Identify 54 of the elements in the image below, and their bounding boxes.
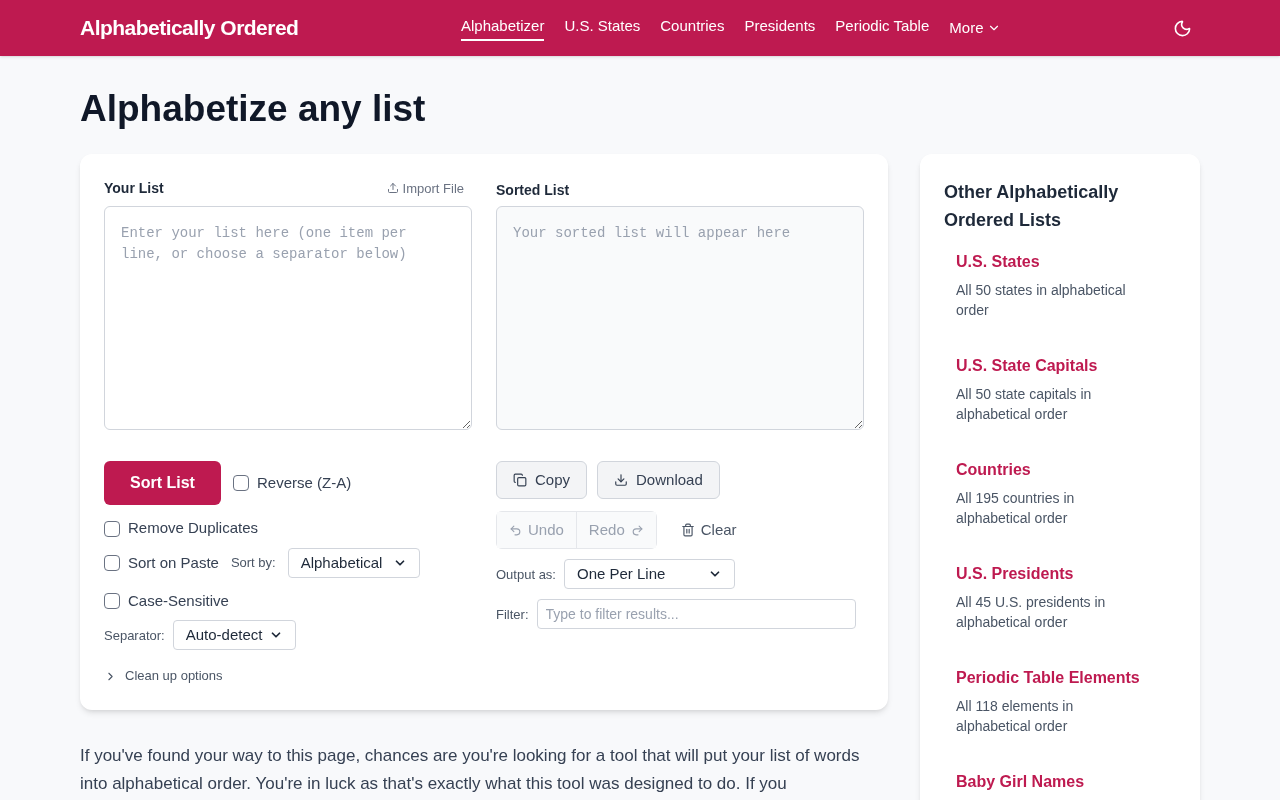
site-logo[interactable]: Alphabetically Ordered — [80, 12, 461, 44]
checkbox-label: Reverse (Z-A) — [257, 473, 352, 493]
checkbox[interactable] — [104, 593, 120, 609]
link-description: All 50 states in alphabetical order — [956, 281, 1127, 321]
upload-icon — [386, 182, 399, 195]
trash-icon — [680, 523, 695, 538]
page-title: Alphabetize any list — [80, 87, 427, 131]
list-link[interactable]: Periodic Table Elements — [956, 666, 1164, 691]
field-label: Filter: — [496, 605, 529, 624]
select-field[interactable]: One Per Line — [564, 559, 735, 590]
import-file-link[interactable]: Import File — [386, 178, 464, 198]
link-description: All 45 U.S. presidents in alphabetical order — [956, 593, 1107, 633]
field-label: Separator: — [104, 626, 165, 645]
field-label: Output as: — [496, 565, 556, 584]
checkbox[interactable] — [104, 520, 120, 537]
field-label: Sort by: — [230, 554, 276, 572]
nav-link[interactable]: U.S. States — [564, 14, 641, 42]
copy-button[interactable]: Copy — [496, 461, 588, 500]
copy-icon — [513, 473, 527, 488]
link-description: All 195 countries in alphabetical order — [956, 489, 1076, 529]
nav-link[interactable]: Periodic Table — [835, 14, 930, 42]
cleanup-toggle[interactable]: Clean up options — [104, 666, 472, 686]
nav-link[interactable]: Countries — [660, 14, 725, 42]
clear-button[interactable]: Clear — [680, 519, 737, 542]
nav-link[interactable]: Presidents — [744, 14, 816, 42]
field-label: Your List — [104, 178, 164, 198]
checkbox-label: Case-Sensitive — [128, 590, 229, 611]
checkbox[interactable] — [104, 554, 120, 571]
input-field[interactable]: Enter your list here (one item per line, or choose a separator below) — [104, 206, 472, 431]
checkbox[interactable] — [233, 475, 249, 492]
download-button[interactable]: Download — [597, 461, 720, 500]
download-icon — [614, 473, 629, 488]
dark-mode-icon[interactable] — [1173, 18, 1192, 38]
intro-paragraph: If you've found your way to this page, chances are you're looking for a tool that will put your list of words into alphabetical order. You're in luck as that's exactly what this tool was designed to do. If you — [80, 744, 861, 795]
link-description: All 50 state capitals in alphabetical order — [956, 385, 1093, 425]
list-link[interactable]: U.S. State Capitals — [956, 354, 1164, 379]
field-label: Sorted List — [496, 182, 570, 199]
select-field[interactable]: Alphabetical — [287, 547, 420, 578]
list-link[interactable]: U.S. Presidents — [956, 562, 1164, 587]
checkbox-label: Sort on Paste — [128, 552, 219, 573]
list-link[interactable]: U.S. States — [956, 250, 1164, 275]
sort-button[interactable]: Sort List — [104, 461, 221, 506]
nav-link[interactable]: Alphabetizer — [461, 14, 545, 42]
select-field[interactable]: Auto-detect — [172, 620, 296, 651]
checkbox-label: Remove Duplicates — [128, 518, 259, 539]
list-link[interactable]: Baby Girl Names — [956, 770, 1164, 795]
undo-icon — [509, 523, 522, 537]
redo-icon — [630, 523, 644, 537]
sidebar-title: Other Alphabetically Ordered Lists — [944, 181, 1120, 233]
output-field[interactable]: Your sorted list will appear here — [496, 206, 864, 431]
nav-dropdown[interactable]: More — [949, 16, 1002, 40]
filter-field[interactable]: Type to filter results... — [536, 599, 856, 630]
list-link[interactable]: Countries — [956, 458, 1164, 483]
link-description: All 118 elements in alphabetical order — [956, 697, 1075, 737]
